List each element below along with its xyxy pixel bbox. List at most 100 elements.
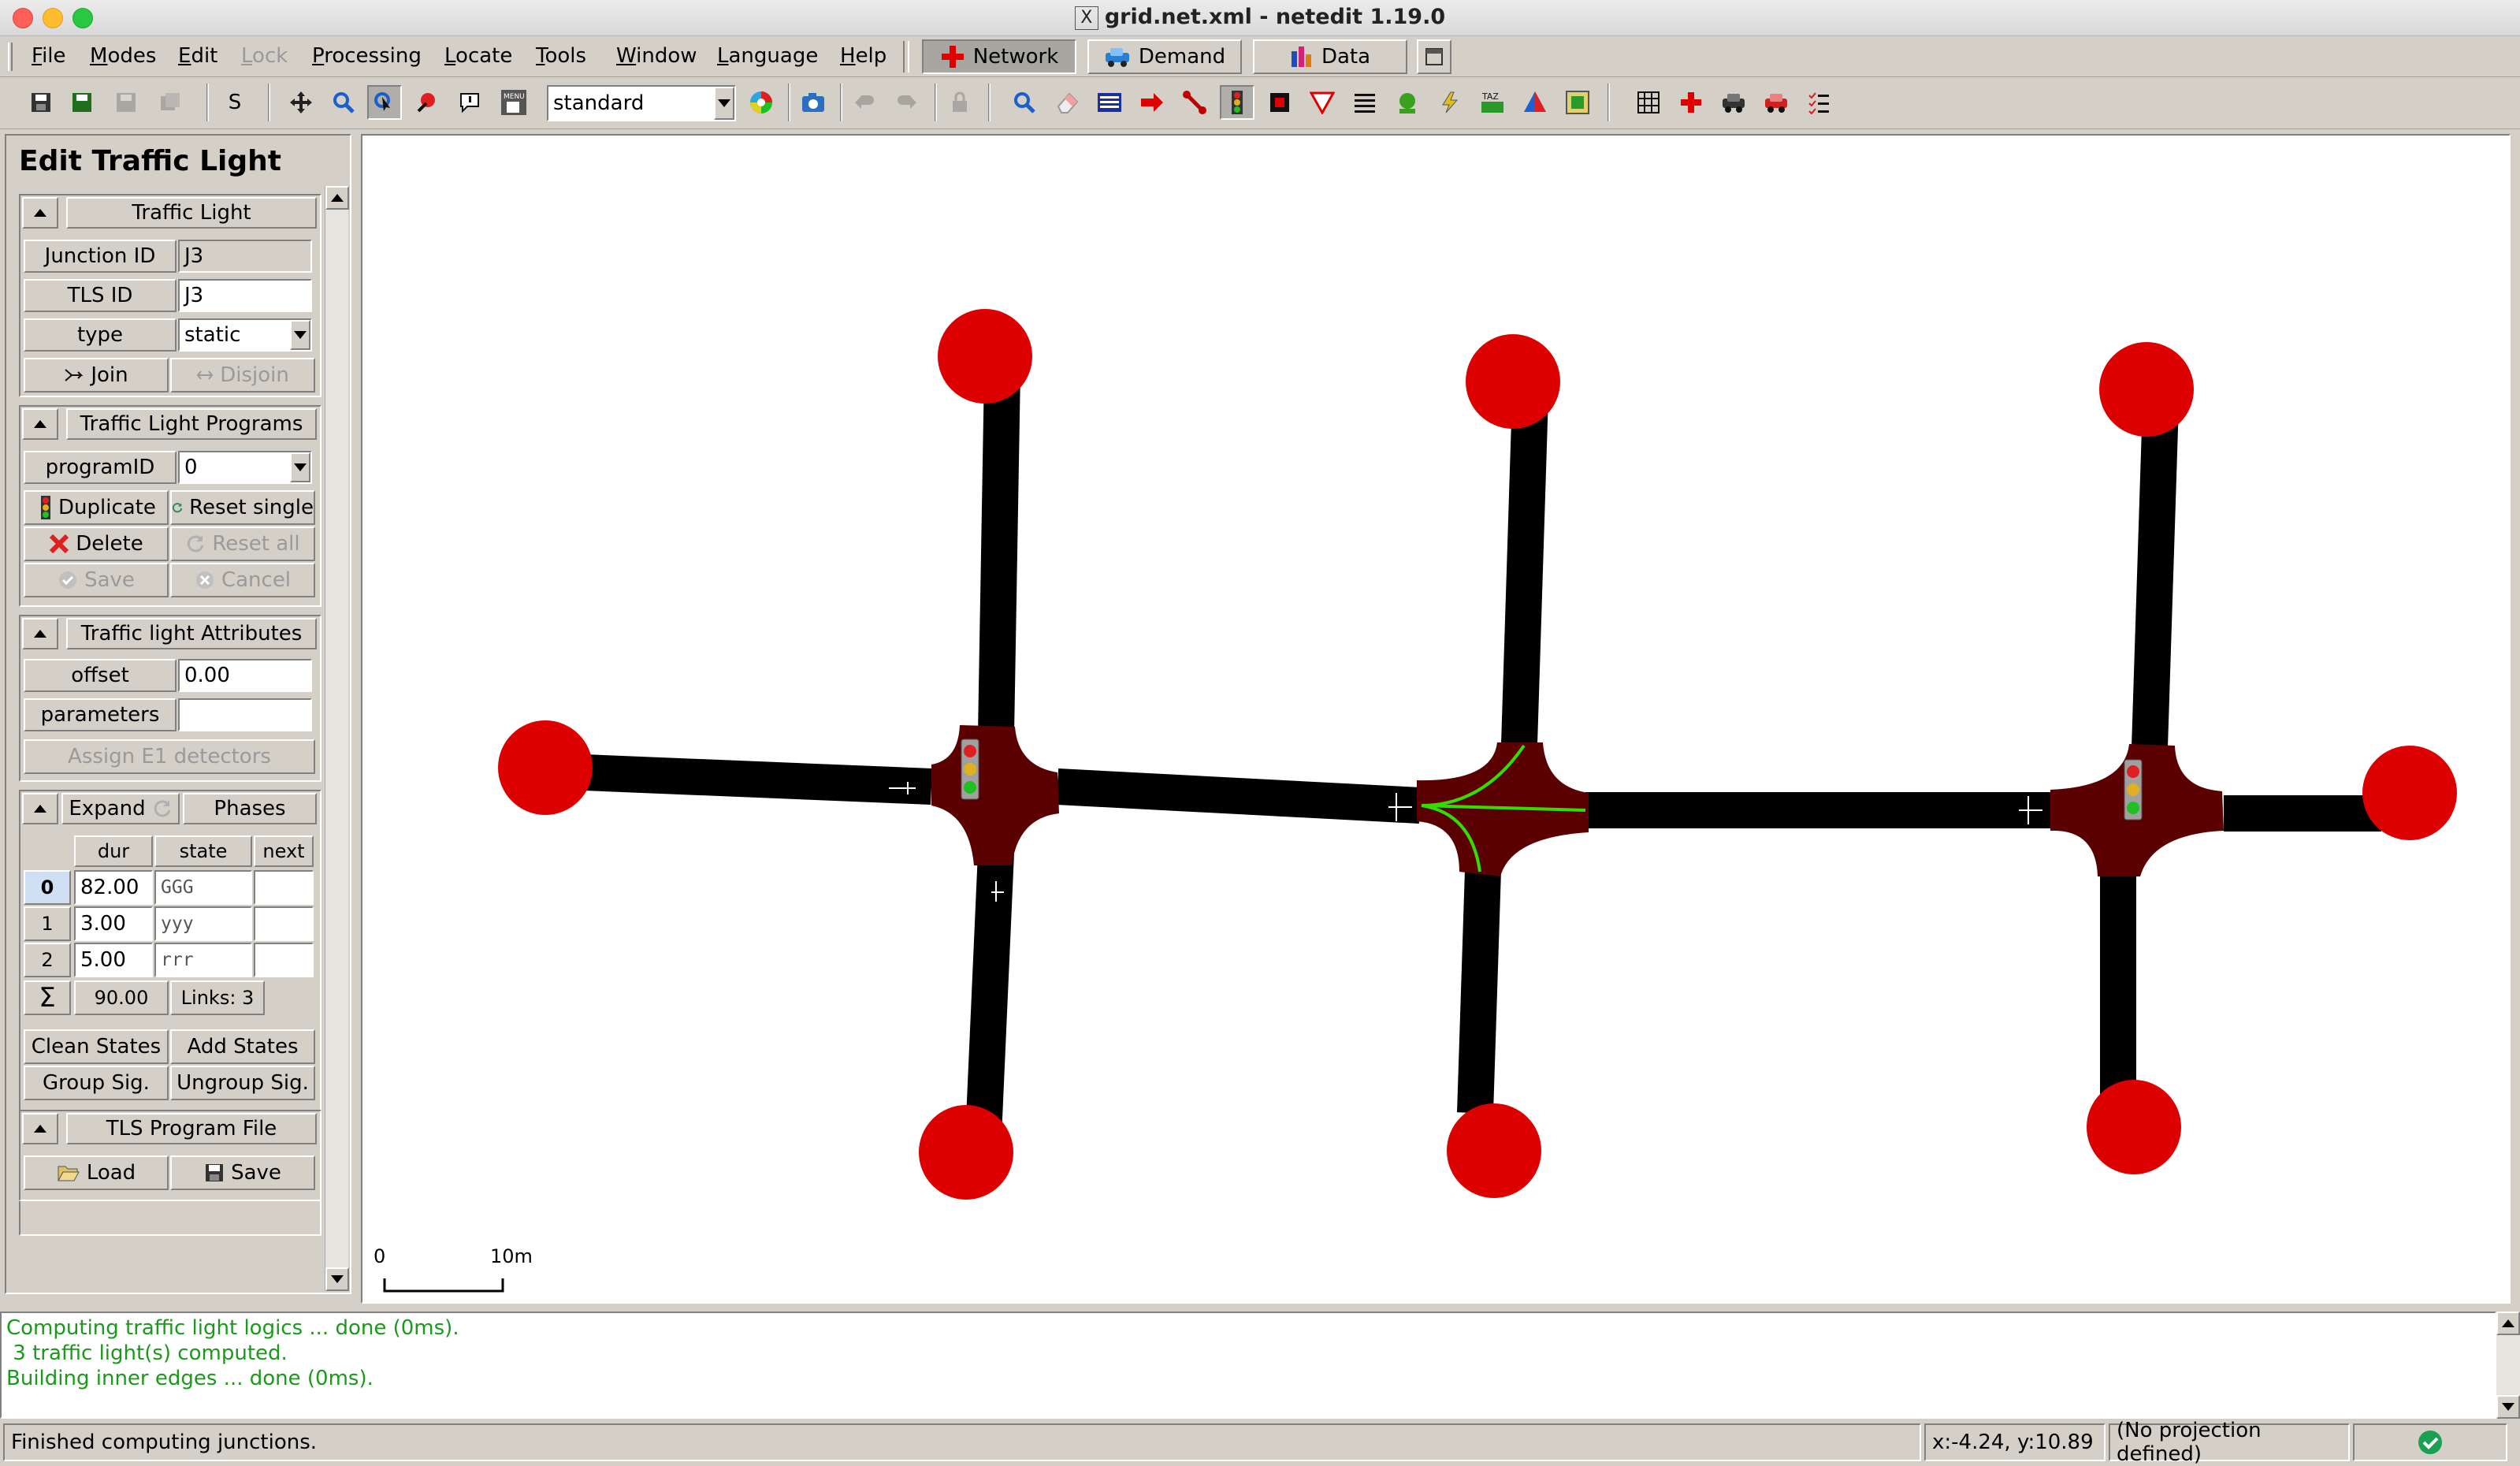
message-button[interactable] (452, 85, 487, 120)
menu-tools[interactable]: Tools (536, 44, 586, 68)
shape-mode-button[interactable] (1518, 85, 1552, 120)
junction-shape-button[interactable] (1674, 85, 1708, 120)
create-edge-button[interactable] (1135, 85, 1169, 120)
node-circle[interactable] (2099, 342, 2194, 437)
save-all-button[interactable] (153, 85, 188, 120)
log-scroll-down-button[interactable] (2496, 1395, 2520, 1419)
demand-mode-button[interactable]: Demand (1087, 39, 1242, 74)
next-column-header[interactable]: next (254, 835, 314, 867)
menu-window[interactable]: Window (616, 44, 697, 68)
dur-cell[interactable]: 5.00 (74, 943, 153, 977)
next-cell[interactable] (254, 943, 314, 977)
traffic-light-mode-button[interactable] (1220, 85, 1254, 120)
decal-mode-button[interactable] (1390, 85, 1425, 120)
select-mode-button[interactable] (367, 85, 402, 120)
save-program-button[interactable]: Save (24, 563, 169, 597)
menu-file[interactable]: File (32, 44, 66, 68)
collapse-traffic-light-button[interactable] (22, 197, 58, 229)
inspect-mode-button[interactable] (326, 85, 361, 120)
color-wheel-button[interactable] (744, 85, 779, 120)
reset-single-button[interactable]: Reset single (170, 490, 315, 525)
disjoin-button[interactable]: Disjoin (170, 358, 315, 393)
program-id-select[interactable]: 0 (178, 451, 312, 484)
type-select[interactable]: static (178, 318, 312, 352)
crossing-mode-button[interactable] (1092, 85, 1127, 120)
energy-mode-button[interactable] (1433, 85, 1467, 120)
ungroup-signals-button[interactable]: Ungroup Sig. (170, 1066, 315, 1100)
table-row[interactable]: 2 5.00 rrr (24, 943, 315, 977)
next-cell[interactable] (254, 870, 314, 905)
move-mode-button[interactable] (284, 85, 318, 120)
panel-scrollbar[interactable] (325, 186, 349, 1291)
row-index[interactable]: 0 (24, 870, 71, 905)
group-signals-button[interactable]: Group Sig. (24, 1066, 169, 1100)
dur-cell[interactable]: 3.00 (74, 906, 153, 941)
node-circle[interactable] (2087, 1080, 2181, 1174)
delete-mode-button[interactable] (410, 85, 444, 120)
collapse-phases-button[interactable] (22, 793, 58, 824)
node-circle[interactable] (1447, 1103, 1541, 1198)
eraser-button[interactable] (1050, 85, 1084, 120)
next-cell[interactable] (254, 906, 314, 941)
road-edge[interactable] (978, 371, 1020, 735)
type-dropdown-button[interactable] (290, 320, 310, 350)
network-drawing[interactable] (362, 136, 2509, 1302)
menu-language[interactable]: Language (717, 44, 818, 68)
lock-button[interactable] (942, 85, 977, 120)
program-dropdown-button[interactable] (290, 452, 310, 482)
cancel-program-button[interactable]: Cancel (170, 563, 315, 597)
inspect-tool-button[interactable] (1007, 85, 1042, 120)
log-scrollbar[interactable] (2496, 1312, 2520, 1419)
scroll-up-button[interactable] (325, 186, 349, 210)
undo-button[interactable] (848, 85, 883, 120)
edit-shape-button[interactable] (1560, 85, 1595, 120)
menu-locate[interactable]: Locate (444, 44, 512, 68)
node-circle[interactable] (2362, 746, 2457, 840)
network-canvas[interactable]: 0 10m (361, 134, 2511, 1304)
offset-field[interactable]: 0.00 (178, 659, 312, 692)
road-edge[interactable] (1501, 395, 1548, 745)
assign-e1-detectors-button[interactable]: Assign E1 detectors (24, 739, 315, 774)
prohibition-mode-button[interactable] (1305, 85, 1340, 120)
state-column-header[interactable]: state (154, 835, 252, 867)
road-edge[interactable] (965, 851, 1014, 1138)
road-edge[interactable] (545, 753, 932, 805)
node-circle[interactable] (938, 309, 1032, 404)
menu-edit[interactable]: Edit (178, 44, 217, 68)
road-edge[interactable] (1457, 869, 1501, 1114)
node-circle[interactable] (498, 720, 593, 815)
row-index[interactable]: 1 (24, 906, 71, 941)
state-cell[interactable]: rrr (154, 943, 252, 977)
save-additionals-button[interactable] (109, 85, 143, 120)
save-as-button[interactable] (65, 85, 99, 120)
tls-id-field[interactable]: J3 (178, 279, 312, 312)
taz-mode-button[interactable]: TAZ (1475, 85, 1510, 120)
road-edge[interactable] (1056, 768, 1422, 824)
s-button[interactable]: S (217, 85, 252, 120)
save-network-button[interactable] (24, 85, 58, 120)
clean-states-button[interactable]: Clean States (24, 1029, 169, 1064)
screenshot-button[interactable] (796, 85, 831, 120)
dur-column-header[interactable]: dur (74, 835, 153, 867)
collapse-programs-button[interactable] (22, 408, 58, 440)
show-demand-button[interactable] (1759, 85, 1793, 120)
data-mode-button[interactable]: Data (1253, 39, 1407, 74)
join-button[interactable]: Join (24, 358, 169, 393)
node-circle[interactable] (1466, 334, 1560, 429)
menu-processing[interactable]: Processing (312, 44, 422, 68)
grid-toggle-button[interactable] (1631, 85, 1666, 120)
state-cell[interactable]: GGG (154, 870, 252, 905)
dropdown-button[interactable] (714, 87, 734, 120)
row-index[interactable]: 2 (24, 943, 71, 977)
checklist-button[interactable] (1801, 85, 1836, 120)
dur-cell[interactable]: 82.00 (74, 870, 153, 905)
save-program-file-button[interactable]: Save (170, 1155, 315, 1190)
wire-mode-button[interactable] (1347, 85, 1382, 120)
parameters-field[interactable] (178, 698, 312, 731)
show-vehicles-button[interactable] (1716, 85, 1751, 120)
collapse-file-button[interactable] (22, 1113, 58, 1144)
collapse-attributes-button[interactable] (22, 618, 58, 649)
table-row[interactable]: 0 82.00 GGG (24, 870, 315, 905)
traffic-light-icon[interactable] (2124, 759, 2143, 820)
redo-button[interactable] (889, 85, 924, 120)
